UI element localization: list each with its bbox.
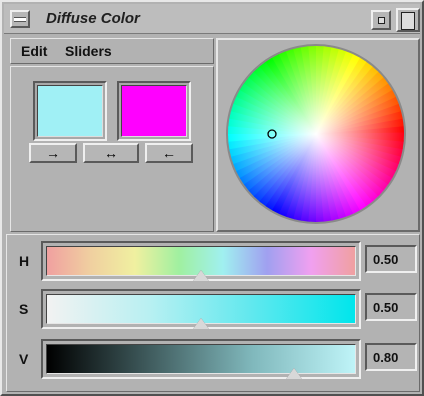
hue-slider-thumb[interactable] (193, 270, 209, 281)
current-color-swatch[interactable] (33, 81, 107, 141)
saturation-slider[interactable] (41, 289, 361, 329)
value-slider[interactable] (41, 339, 361, 379)
current-color-fill (37, 85, 103, 137)
title-bar[interactable]: Diffuse Color (4, 4, 420, 34)
color-wheel-panel (216, 38, 420, 232)
hue-label: H (19, 253, 30, 269)
menu-bar: Edit Sliders (10, 38, 214, 64)
saturation-slider-thumb[interactable] (193, 318, 209, 329)
previous-color-swatch[interactable] (117, 81, 191, 141)
value-value-field[interactable]: 0.80 (365, 343, 417, 371)
value-gradient (46, 344, 356, 374)
previous-color-fill (121, 85, 187, 137)
slider-panel: H 0.50 S 0.50 V 0.80 (6, 234, 420, 392)
copy-left-button[interactable]: ← (145, 143, 193, 163)
menu-sliders[interactable]: Sliders (65, 43, 112, 59)
hue-value-field[interactable]: 0.50 (365, 245, 417, 273)
swatch-panel: → ↔ ← (10, 66, 214, 232)
value-label: V (19, 351, 29, 367)
diffuse-color-window: Diffuse Color Edit Sliders → ↔ ← H 0.50 … (0, 0, 424, 396)
color-wheel[interactable] (222, 42, 414, 228)
menu-edit[interactable]: Edit (21, 43, 47, 59)
maximize-button[interactable] (396, 8, 420, 32)
arrow-left-icon: ← (162, 145, 176, 161)
hue-slider[interactable] (41, 241, 361, 281)
copy-right-button[interactable]: → (29, 143, 77, 163)
arrow-left-right-icon: ↔ (104, 145, 118, 161)
window-title: Diffuse Color (46, 10, 140, 27)
saturation-value-field[interactable]: 0.50 (365, 293, 417, 321)
minimize-button[interactable] (371, 10, 391, 30)
value-slider-thumb[interactable] (286, 368, 302, 379)
arrow-right-icon: → (46, 145, 60, 161)
saturation-fade (228, 46, 404, 222)
saturation-label: S (19, 301, 29, 317)
window-menu-button[interactable] (10, 10, 30, 28)
swap-colors-button[interactable]: ↔ (83, 143, 139, 163)
